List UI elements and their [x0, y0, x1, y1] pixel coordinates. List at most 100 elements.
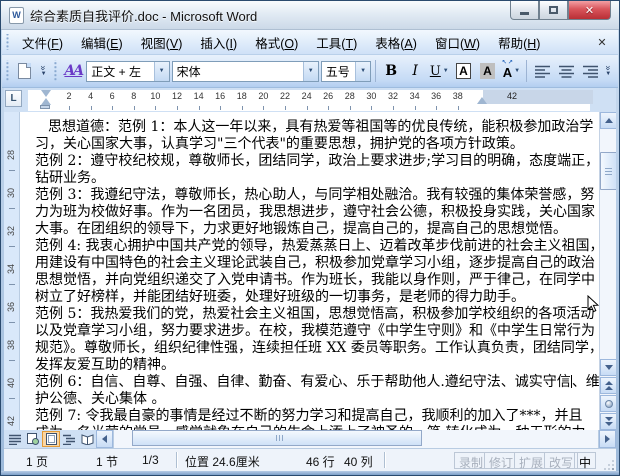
- dropdown-arrow-icon[interactable]: [153, 61, 169, 81]
- ruler-tick: [263, 106, 265, 110]
- document-line[interactable]: 钻研业务。: [35, 170, 597, 187]
- mode-record-macro[interactable]: 录制: [454, 452, 489, 470]
- document-line[interactable]: 护公德、关心集体 。: [35, 391, 597, 408]
- document-line[interactable]: 范例 6：自信、自尊、自强、自律、勤奋、有爱心、乐于帮助他人.遵纪守法、诚实守信…: [35, 374, 599, 391]
- document-line[interactable]: 以及党章学习小组，努力要求进步。在校，我模范遵守《中学生守则》和《中学生日常行为: [35, 323, 597, 340]
- align-left-button[interactable]: [530, 59, 554, 83]
- document-line[interactable]: 树立了好榜样，并能团结好班委，处理好班级的一切事务，是老师的得力助手。: [35, 289, 597, 306]
- italic-button[interactable]: I: [403, 59, 427, 83]
- document-page[interactable]: 思想道德：范例 1：本人这一年以来，具有热爱等祖国等的优良传统，能积极参加政治学…: [21, 112, 599, 430]
- toolbar-grip-handle[interactable]: [53, 59, 59, 83]
- character-border-button[interactable]: A: [451, 59, 475, 83]
- reading-layout-view-button[interactable]: [78, 431, 96, 447]
- dropdown-arrow-icon[interactable]: ▼: [514, 68, 520, 74]
- ruler-tick: [414, 106, 416, 110]
- ruler-number: 8: [131, 91, 137, 101]
- align-center-button[interactable]: [554, 59, 578, 83]
- dropdown-arrow-icon[interactable]: [302, 61, 318, 81]
- vertical-ruler-tick: [9, 208, 15, 209]
- character-scaling-button[interactable]: A ▼: [499, 59, 523, 83]
- menu-item-format[interactable]: 格式(O): [246, 30, 307, 55]
- ruler-tick: [133, 106, 135, 110]
- horizontal-scrollbar[interactable]: [113, 430, 599, 448]
- vertical-scroll-thumb[interactable]: [600, 152, 617, 190]
- next-page-button[interactable]: [600, 413, 617, 430]
- tab-selector-button[interactable]: L: [5, 90, 22, 107]
- document-line[interactable]: 发挥友爱互助的精神。: [35, 357, 597, 374]
- menu-item-tools[interactable]: 工具(T): [307, 30, 366, 55]
- scroll-up-button[interactable]: [600, 112, 617, 129]
- ruler-number: 12: [171, 91, 183, 101]
- select-browse-object-button[interactable]: [600, 395, 617, 412]
- toolbar-options-button[interactable]: » ▼: [602, 65, 614, 77]
- resize-grip[interactable]: [602, 458, 614, 470]
- document-line[interactable]: 范例 7: 令我最自豪的事情是经过不断的努力学习和提高自己，我顺利的加入了***…: [35, 408, 597, 425]
- menu-close-icon[interactable]: ✕: [594, 36, 610, 49]
- outline-view-icon: [63, 434, 75, 445]
- dropdown-arrow-icon[interactable]: [355, 61, 371, 81]
- menu-item-window[interactable]: 窗口(W): [426, 30, 489, 55]
- document-line[interactable]: 思想道德：范例 1：本人这一年以来，具有热爱等祖国等的优良传统，能积极参加政治学: [35, 119, 597, 136]
- outline-view-button[interactable]: [60, 431, 78, 447]
- scroll-down-button[interactable]: [600, 359, 617, 376]
- menu-item-edit[interactable]: 编辑(E): [72, 30, 132, 55]
- menu-grip-handle[interactable]: [5, 33, 10, 51]
- scroll-right-button[interactable]: [599, 430, 616, 448]
- underline-button[interactable]: U ▼: [427, 59, 451, 83]
- ruler-number: 2: [66, 91, 72, 101]
- align-right-button[interactable]: [578, 59, 602, 83]
- left-indent-marker[interactable]: [40, 105, 50, 109]
- character-shading-button[interactable]: A: [475, 59, 499, 83]
- document-line[interactable]: 范例 2：遵守校纪校规，尊敬师长，团结同学，政治上要求进步;学习目的明确，态度端…: [35, 153, 599, 170]
- ime-indicator[interactable]: 中: [574, 452, 597, 470]
- document-line[interactable]: 范例 4: 我衷心拥护中国共产党的领导，热爱蒸蒸日上、迈着改革步伐前进的社会主义…: [35, 238, 599, 255]
- menu-item-view[interactable]: 视图(V): [132, 30, 192, 55]
- new-document-button[interactable]: [13, 59, 37, 83]
- menu-item-help[interactable]: 帮助(H): [489, 30, 549, 55]
- minimize-button[interactable]: [510, 1, 539, 20]
- view-buttons: [4, 430, 96, 448]
- ruler-tick: [306, 106, 308, 110]
- web-layout-view-button[interactable]: [24, 431, 42, 447]
- vertical-scrollbar[interactable]: [599, 112, 617, 430]
- title-bar[interactable]: W 综合素质自我评价.doc - Microsoft Word ✕: [1, 1, 619, 30]
- previous-page-button[interactable]: [600, 377, 617, 394]
- menu-bar: 文件(F) 编辑(E) 视图(V) 插入(I) 格式(O) 工具(T) 表格(A) 窗口(W)…: [2, 30, 618, 55]
- menu-item-insert[interactable]: 插入(I): [191, 30, 246, 55]
- font-size-combo[interactable]: 五号: [320, 60, 372, 82]
- toolbar-options-button[interactable]: » ▼: [38, 65, 50, 77]
- scroll-left-button[interactable]: [96, 430, 113, 448]
- bold-button[interactable]: B: [379, 59, 403, 83]
- underline-icon: U: [429, 63, 441, 79]
- horizontal-scroll-thumb[interactable]: [132, 430, 422, 446]
- document-line[interactable]: 思想觉悟，并向党组织递交了入党申请书。作为班长，我能以身作则，严于律己，在同学中: [35, 272, 597, 289]
- document-line[interactable]: 范例 5：我热爱我们的党，热爱社会主义祖国，思想觉悟高，积极参加学校组织的各项活…: [35, 306, 597, 323]
- right-indent-marker[interactable]: [477, 97, 487, 104]
- font-name-combo[interactable]: 宋体: [171, 60, 319, 82]
- document-line[interactable]: 用建设有中国特色的社会主义理论武装自己，积极参加党章学习小组，逐步提高自己的政治: [35, 255, 597, 272]
- document-line[interactable]: 习，关心国家大事，认真学习"三个代表"的重要思想，拥护党的各项方针政策。: [35, 136, 597, 153]
- text-caret: [570, 375, 572, 388]
- toolbar-grip-handle[interactable]: [5, 59, 10, 83]
- maximize-button[interactable]: [539, 1, 568, 20]
- mode-extend-selection[interactable]: 扩展: [514, 452, 549, 470]
- paragraph-style-combo[interactable]: 正文 + 左: [86, 60, 170, 82]
- close-button[interactable]: ✕: [568, 1, 611, 20]
- first-line-indent-marker[interactable]: [41, 90, 51, 97]
- ruler-number: 24: [301, 91, 312, 101]
- styles-and-formatting-button[interactable]: AA: [61, 59, 85, 83]
- ruler-tick: [457, 106, 459, 110]
- hanging-indent-marker[interactable]: [41, 98, 51, 105]
- menu-item-table[interactable]: 表格(A): [366, 30, 426, 55]
- menu-item-file[interactable]: 文件(F): [13, 30, 72, 55]
- document-line[interactable]: 规范》。尊敬师长，组织纪律性强，连续担任班 XX 委员等职务。工作认真负责，团结…: [35, 340, 599, 357]
- document-line[interactable]: 范例 3：我遵纪守法，尊敬师长，热心助人，与同学相处融洽。我有较强的集体荣誉感，…: [35, 187, 597, 204]
- normal-view-button[interactable]: [6, 431, 24, 447]
- mode-track-changes[interactable]: 修订: [484, 452, 519, 470]
- document-line[interactable]: 大事。在团组织的领导下，力求更好地锻炼自己，提高自己的，提高自己的思想觉悟。: [35, 221, 597, 238]
- document-line[interactable]: 力为班为校做好事。作为一名团员，我思想进步，遵守社会公德，积极投身实践，关心国家: [35, 204, 597, 221]
- mode-overtype[interactable]: 改写: [544, 452, 579, 470]
- print-layout-view-button[interactable]: [42, 431, 60, 447]
- dropdown-arrow-icon[interactable]: ▼: [443, 68, 449, 74]
- window-controls: ✕: [510, 1, 611, 20]
